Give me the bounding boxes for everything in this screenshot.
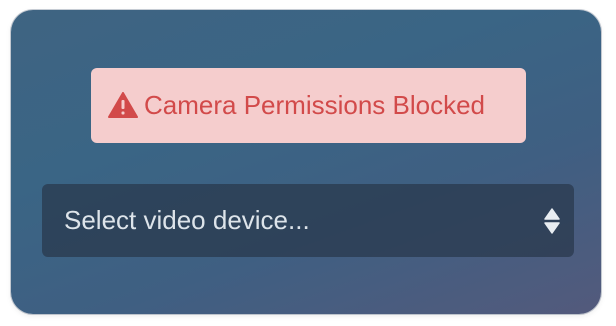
sort-arrows-icon xyxy=(544,208,560,234)
camera-permission-alert: Camera Permissions Blocked xyxy=(91,68,526,143)
camera-settings-panel: Camera Permissions Blocked Select video … xyxy=(11,10,601,314)
alert-message: Camera Permissions Blocked xyxy=(144,90,486,120)
video-device-select[interactable]: Select video device... xyxy=(42,184,574,257)
video-device-select-value: Select video device... xyxy=(64,205,310,235)
warning-triangle-icon xyxy=(108,91,138,118)
